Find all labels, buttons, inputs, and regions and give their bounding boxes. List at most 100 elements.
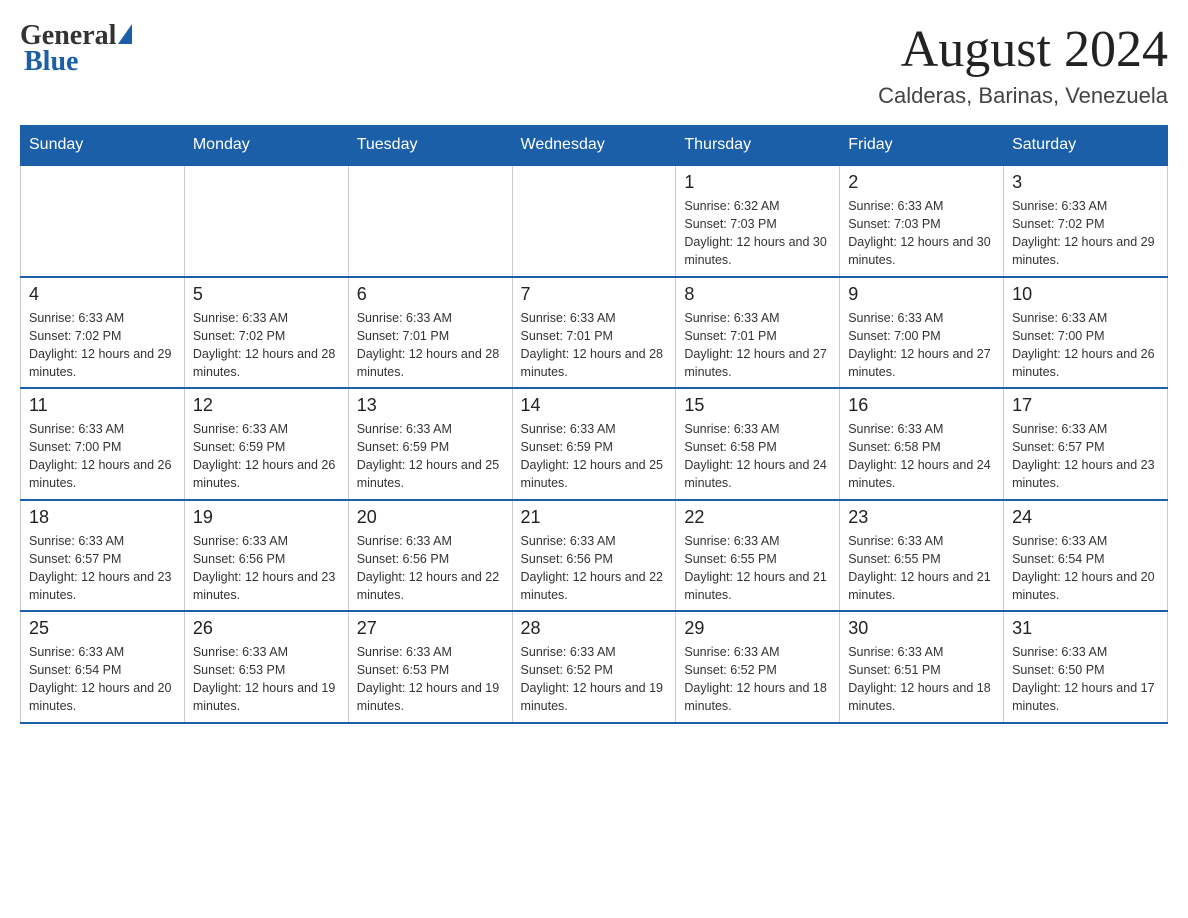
- col-monday: Monday: [184, 126, 348, 166]
- table-row: 10 Sunrise: 6:33 AMSunset: 7:00 PMDayligh…: [1004, 277, 1168, 389]
- day-info: Sunrise: 6:33 AMSunset: 6:53 PMDaylight:…: [357, 643, 504, 716]
- table-row: 3Sunrise: 6:33 AMSunset: 7:02 PMDaylight…: [1004, 165, 1168, 277]
- table-row: [348, 165, 512, 277]
- day-number: 29: [684, 618, 831, 639]
- day-number: 11: [29, 395, 176, 416]
- table-row: 5 Sunrise: 6:33 AMSunset: 7:02 PMDaylight…: [184, 277, 348, 389]
- day-info: Sunrise: 6:33 AMSunset: 6:52 PMDaylight:…: [684, 643, 831, 716]
- logo-triangle-icon: [118, 24, 132, 44]
- calendar-header-row: Sunday Monday Tuesday Wednesday Thursday…: [21, 126, 1168, 166]
- logo: General Blue: [20, 20, 132, 78]
- table-row: 19 Sunrise: 6:33 AMSunset: 6:56 PMDayligh…: [184, 500, 348, 612]
- day-info: Sunrise: 6:33 AMSunset: 6:58 PMDaylight:…: [684, 420, 831, 493]
- col-wednesday: Wednesday: [512, 126, 676, 166]
- day-info: Sunrise: 6:33 AMSunset: 6:56 PMDaylight:…: [193, 532, 340, 605]
- day-number: 1: [684, 172, 831, 193]
- day-info: Sunrise: 6:33 AMSunset: 6:56 PMDaylight:…: [357, 532, 504, 605]
- table-row: 17 Sunrise: 6:33 AMSunset: 6:57 PMDayligh…: [1004, 388, 1168, 500]
- col-sunday: Sunday: [21, 126, 185, 166]
- table-row: 12 Sunrise: 6:33 AMSunset: 6:59 PMDayligh…: [184, 388, 348, 500]
- table-row: 15 Sunrise: 6:33 AMSunset: 6:58 PMDayligh…: [676, 388, 840, 500]
- table-row: 16Sunrise: 6:33 AMSunset: 6:58 PMDayligh…: [840, 388, 1004, 500]
- calendar-week-4: 18 Sunrise: 6:33 AMSunset: 6:57 PMDayligh…: [21, 500, 1168, 612]
- table-row: 7 Sunrise: 6:33 AMSunset: 7:01 PMDaylight…: [512, 277, 676, 389]
- day-info: Sunrise: 6:33 AMSunset: 7:02 PMDaylight:…: [29, 309, 176, 382]
- day-number: 7: [521, 284, 668, 305]
- day-info: Sunrise: 6:33 AMSunset: 6:57 PMDaylight:…: [29, 532, 176, 605]
- day-number: 15: [684, 395, 831, 416]
- day-info: Sunrise: 6:33 AMSunset: 6:59 PMDaylight:…: [521, 420, 668, 493]
- table-row: 14 Sunrise: 6:33 AMSunset: 6:59 PMDayligh…: [512, 388, 676, 500]
- table-row: 24Sunrise: 6:33 AMSunset: 6:54 PMDayligh…: [1004, 500, 1168, 612]
- day-info: Sunrise: 6:33 AMSunset: 6:54 PMDaylight:…: [1012, 532, 1159, 605]
- day-info: Sunrise: 6:33 AMSunset: 7:02 PMDaylight:…: [1012, 197, 1159, 270]
- day-info: Sunrise: 6:33 AMSunset: 6:51 PMDaylight:…: [848, 643, 995, 716]
- calendar-week-2: 4 Sunrise: 6:33 AMSunset: 7:02 PMDaylight…: [21, 277, 1168, 389]
- day-number: 20: [357, 507, 504, 528]
- day-number: 14: [521, 395, 668, 416]
- day-number: 4: [29, 284, 176, 305]
- col-thursday: Thursday: [676, 126, 840, 166]
- day-number: 31: [1012, 618, 1159, 639]
- table-row: 27 Sunrise: 6:33 AMSunset: 6:53 PMDayligh…: [348, 611, 512, 723]
- day-number: 28: [521, 618, 668, 639]
- calendar-week-5: 25Sunrise: 6:33 AMSunset: 6:54 PMDayligh…: [21, 611, 1168, 723]
- day-info: Sunrise: 6:33 AMSunset: 7:00 PMDaylight:…: [29, 420, 176, 493]
- table-row: 23Sunrise: 6:33 AMSunset: 6:55 PMDayligh…: [840, 500, 1004, 612]
- day-number: 19: [193, 507, 340, 528]
- day-info: Sunrise: 6:33 AMSunset: 6:52 PMDaylight:…: [521, 643, 668, 716]
- calendar-week-3: 11 Sunrise: 6:33 AMSunset: 7:00 PMDayligh…: [21, 388, 1168, 500]
- day-info: Sunrise: 6:33 AMSunset: 6:55 PMDaylight:…: [684, 532, 831, 605]
- day-info: Sunrise: 6:33 AMSunset: 7:03 PMDaylight:…: [848, 197, 995, 270]
- day-number: 2: [848, 172, 995, 193]
- table-row: 11 Sunrise: 6:33 AMSunset: 7:00 PMDayligh…: [21, 388, 185, 500]
- day-number: 8: [684, 284, 831, 305]
- table-row: 26Sunrise: 6:33 AMSunset: 6:53 PMDayligh…: [184, 611, 348, 723]
- col-saturday: Saturday: [1004, 126, 1168, 166]
- day-number: 12: [193, 395, 340, 416]
- day-info: Sunrise: 6:32 AMSunset: 7:03 PMDaylight:…: [684, 197, 831, 270]
- day-info: Sunrise: 6:33 AMSunset: 7:01 PMDaylight:…: [357, 309, 504, 382]
- calendar-table: Sunday Monday Tuesday Wednesday Thursday…: [20, 125, 1168, 724]
- day-info: Sunrise: 6:33 AMSunset: 6:59 PMDaylight:…: [357, 420, 504, 493]
- col-tuesday: Tuesday: [348, 126, 512, 166]
- location: Calderas, Barinas, Venezuela: [878, 83, 1168, 109]
- table-row: 4 Sunrise: 6:33 AMSunset: 7:02 PMDaylight…: [21, 277, 185, 389]
- page-header: General Blue August 2024 Calderas, Barin…: [20, 20, 1168, 109]
- table-row: 9 Sunrise: 6:33 AMSunset: 7:00 PMDaylight…: [840, 277, 1004, 389]
- day-number: 5: [193, 284, 340, 305]
- day-number: 10: [1012, 284, 1159, 305]
- day-number: 9: [848, 284, 995, 305]
- day-number: 22: [684, 507, 831, 528]
- table-row: 1 Sunrise: 6:32 AMSunset: 7:03 PMDaylight…: [676, 165, 840, 277]
- day-number: 30: [848, 618, 995, 639]
- table-row: 22 Sunrise: 6:33 AMSunset: 6:55 PMDayligh…: [676, 500, 840, 612]
- logo-blue-text: Blue: [20, 46, 78, 78]
- table-row: [512, 165, 676, 277]
- day-number: 27: [357, 618, 504, 639]
- table-row: 18 Sunrise: 6:33 AMSunset: 6:57 PMDayligh…: [21, 500, 185, 612]
- day-number: 6: [357, 284, 504, 305]
- table-row: 31Sunrise: 6:33 AMSunset: 6:50 PMDayligh…: [1004, 611, 1168, 723]
- day-info: Sunrise: 6:33 AMSunset: 6:55 PMDaylight:…: [848, 532, 995, 605]
- day-info: Sunrise: 6:33 AMSunset: 6:54 PMDaylight:…: [29, 643, 176, 716]
- day-info: Sunrise: 6:33 AMSunset: 6:59 PMDaylight:…: [193, 420, 340, 493]
- day-info: Sunrise: 6:33 AMSunset: 7:00 PMDaylight:…: [848, 309, 995, 382]
- day-number: 26: [193, 618, 340, 639]
- day-info: Sunrise: 6:33 AMSunset: 7:02 PMDaylight:…: [193, 309, 340, 382]
- title-area: August 2024 Calderas, Barinas, Venezuela: [878, 20, 1168, 109]
- day-info: Sunrise: 6:33 AMSunset: 7:01 PMDaylight:…: [521, 309, 668, 382]
- col-friday: Friday: [840, 126, 1004, 166]
- table-row: [184, 165, 348, 277]
- table-row: [21, 165, 185, 277]
- day-number: 18: [29, 507, 176, 528]
- day-info: Sunrise: 6:33 AMSunset: 7:00 PMDaylight:…: [1012, 309, 1159, 382]
- day-info: Sunrise: 6:33 AMSunset: 6:57 PMDaylight:…: [1012, 420, 1159, 493]
- day-number: 13: [357, 395, 504, 416]
- table-row: 6 Sunrise: 6:33 AMSunset: 7:01 PMDaylight…: [348, 277, 512, 389]
- day-number: 16: [848, 395, 995, 416]
- day-number: 17: [1012, 395, 1159, 416]
- table-row: 20 Sunrise: 6:33 AMSunset: 6:56 PMDayligh…: [348, 500, 512, 612]
- table-row: 8Sunrise: 6:33 AMSunset: 7:01 PMDaylight…: [676, 277, 840, 389]
- day-info: Sunrise: 6:33 AMSunset: 6:56 PMDaylight:…: [521, 532, 668, 605]
